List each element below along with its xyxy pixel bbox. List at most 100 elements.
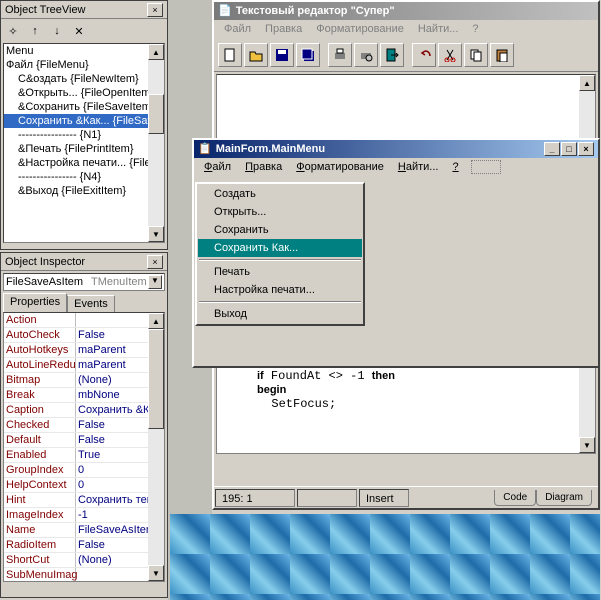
menu-item[interactable]: Форматирование xyxy=(290,160,390,174)
property-row[interactable]: RadioItemFalse xyxy=(4,538,164,553)
menu-item[interactable]: Найти... xyxy=(412,22,465,36)
property-row[interactable]: AutoCheckFalse xyxy=(4,328,164,343)
app-icon: 📄 xyxy=(218,2,232,20)
minimize-icon[interactable]: _ xyxy=(544,142,560,156)
property-row[interactable]: SubMenuImag xyxy=(4,568,164,582)
save-icon[interactable] xyxy=(270,43,294,67)
dropdown-item[interactable]: Сохранить xyxy=(198,221,362,239)
property-grid: ActionAutoCheckFalseAutoHotkeysmaParentA… xyxy=(3,312,165,582)
scrollbar-v[interactable]: ▲ ▼ xyxy=(148,313,164,581)
property-row[interactable]: ImageIndex-1 xyxy=(4,508,164,523)
property-row[interactable]: AutoLineRedumaParent xyxy=(4,358,164,373)
prop-name: GroupIndex xyxy=(4,463,76,477)
cut-icon[interactable] xyxy=(438,43,462,67)
scrollbar-v[interactable]: ▲ ▼ xyxy=(148,44,164,242)
prop-name: Enabled xyxy=(4,448,76,462)
scroll-down-icon[interactable]: ▼ xyxy=(148,226,164,242)
editor-toolbar xyxy=(214,38,598,72)
tree-item[interactable]: С&оздать {FileNewItem} xyxy=(4,72,164,86)
tab-diagram[interactable]: Diagram xyxy=(536,490,592,506)
component-selector[interactable]: FileSaveAsItem TMenuItem ▼ xyxy=(3,273,165,291)
print-setup-icon[interactable] xyxy=(354,43,378,67)
tree-item[interactable]: &Выход {FileExitItem} xyxy=(4,184,164,198)
editor-titlebar[interactable]: 📄 Текстовый редактор "Супер" xyxy=(214,2,598,20)
tree-item[interactable]: &Печать {FilePrintItem} xyxy=(4,142,164,156)
property-row[interactable]: GroupIndex0 xyxy=(4,463,164,478)
dropdown-item[interactable]: Печать xyxy=(198,263,362,281)
popup-titlebar[interactable]: 📋 MainForm.MainMenu _ □ × xyxy=(194,140,598,158)
property-row[interactable]: CaptionСохранить &Как. xyxy=(4,403,164,418)
property-row[interactable]: DefaultFalse xyxy=(4,433,164,448)
dropdown-item[interactable]: Создать xyxy=(198,185,362,203)
prop-name: Caption xyxy=(4,403,76,417)
property-row[interactable]: BreakmbNone xyxy=(4,388,164,403)
property-row[interactable]: AutoHotkeysmaParent xyxy=(4,343,164,358)
property-row[interactable]: Bitmap(None) xyxy=(4,373,164,388)
tree-item[interactable]: &Открыть... {FileOpenItem} xyxy=(4,86,164,100)
chevron-down-icon[interactable]: ▼ xyxy=(148,275,162,289)
paste-icon[interactable] xyxy=(490,43,514,67)
print-icon[interactable] xyxy=(328,43,352,67)
open-file-icon[interactable] xyxy=(244,43,268,67)
new-icon[interactable]: ✧ xyxy=(3,21,23,41)
prop-name: Checked xyxy=(4,418,76,432)
menu-item[interactable]: Найти... xyxy=(392,160,445,174)
dropdown-item[interactable]: Открыть... xyxy=(198,203,362,221)
scroll-thumb[interactable] xyxy=(148,329,164,429)
desktop-wallpaper xyxy=(170,514,600,600)
tree-item[interactable]: Menu xyxy=(4,44,164,58)
scroll-up-icon[interactable]: ▲ xyxy=(579,75,595,91)
copy-icon[interactable] xyxy=(464,43,488,67)
close-icon[interactable]: × xyxy=(147,255,163,269)
inspector-tabs: Properties Events xyxy=(3,293,165,312)
popup-title: MainForm.MainMenu xyxy=(216,140,325,158)
tree-item[interactable]: ---------------- {N4} xyxy=(4,170,164,184)
close-icon[interactable]: × xyxy=(147,3,163,17)
scroll-down-icon[interactable]: ▼ xyxy=(148,565,164,581)
undo-icon[interactable] xyxy=(412,43,436,67)
exit-icon[interactable] xyxy=(380,43,404,67)
code-text: if FoundAt <> -1 then begin SetFocus; xyxy=(257,369,395,411)
property-row[interactable]: Action xyxy=(4,313,164,328)
new-menu-placeholder[interactable] xyxy=(471,160,501,174)
tree-item[interactable]: &Настройка печати... {FilePrintS xyxy=(4,156,164,170)
editor-title: Текстовый редактор "Супер" xyxy=(236,2,395,20)
dropdown-item[interactable]: Сохранить Как... xyxy=(198,239,362,257)
tab-code[interactable]: Code xyxy=(494,490,536,506)
prop-name: ImageIndex xyxy=(4,508,76,522)
scroll-down-icon[interactable]: ▼ xyxy=(579,437,595,453)
menu-item[interactable]: ? xyxy=(466,22,484,36)
tree-item[interactable]: Сохранить &Как... {FileSaveAsI xyxy=(4,114,164,128)
scroll-thumb[interactable] xyxy=(148,94,164,134)
property-row[interactable]: NameFileSaveAsItem xyxy=(4,523,164,538)
property-row[interactable]: HelpContext0 xyxy=(4,478,164,493)
tab-properties[interactable]: Properties xyxy=(3,293,67,312)
tab-events[interactable]: Events xyxy=(67,295,115,312)
property-row[interactable]: ShortCut(None) xyxy=(4,553,164,568)
scroll-up-icon[interactable]: ▲ xyxy=(148,313,164,329)
property-row[interactable]: EnabledTrue xyxy=(4,448,164,463)
property-row[interactable]: CheckedFalse xyxy=(4,418,164,433)
close-icon[interactable]: × xyxy=(578,142,594,156)
save-all-icon[interactable] xyxy=(296,43,320,67)
up-icon[interactable]: ↑ xyxy=(25,21,45,41)
dropdown-item[interactable]: Настройка печати... xyxy=(198,281,362,299)
scroll-up-icon[interactable]: ▲ xyxy=(148,44,164,60)
maximize-icon[interactable]: □ xyxy=(561,142,577,156)
menu-item[interactable]: Файл xyxy=(198,160,237,174)
dropdown-item[interactable]: Выход xyxy=(198,305,362,323)
menu-item[interactable]: Файл xyxy=(218,22,257,36)
down-icon[interactable]: ↓ xyxy=(47,21,67,41)
tree-item[interactable]: Файл {FileMenu} xyxy=(4,58,164,72)
tree-item[interactable]: ---------------- {N1} xyxy=(4,128,164,142)
menu-item[interactable]: Правка xyxy=(259,22,308,36)
property-row[interactable]: HintСохранить текущ xyxy=(4,493,164,508)
menu-item[interactable]: Форматирование xyxy=(310,22,410,36)
tree-item[interactable]: &Сохранить {FileSaveItem} xyxy=(4,100,164,114)
delete-icon[interactable]: ✕ xyxy=(69,21,89,41)
prop-name: Default xyxy=(4,433,76,447)
prop-name: Bitmap xyxy=(4,373,76,387)
new-file-icon[interactable] xyxy=(218,43,242,67)
menu-item[interactable]: Правка xyxy=(239,160,288,174)
menu-item[interactable]: ? xyxy=(446,160,464,174)
